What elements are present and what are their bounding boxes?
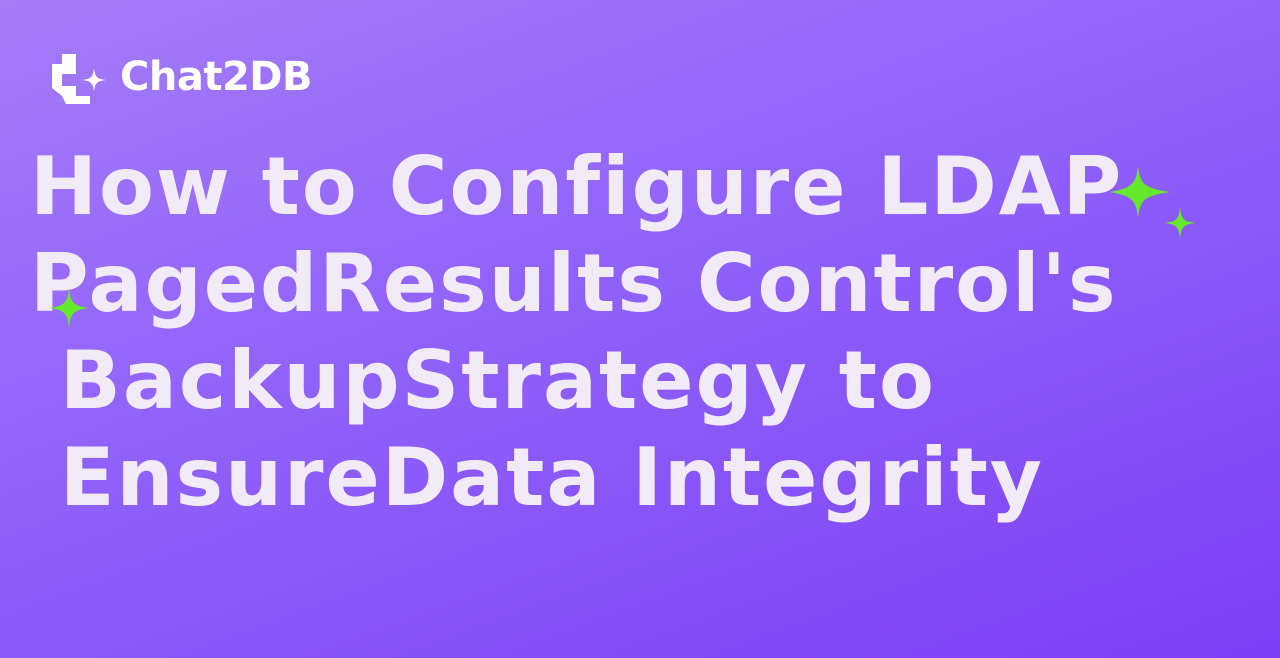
chat2db-logo-icon <box>52 54 106 104</box>
brand-logo: Chat2DB <box>50 52 312 106</box>
page-title: How to Configure LDAP PagedResults Contr… <box>30 138 1230 526</box>
title-line-1: How to Configure LDAP <box>30 140 1124 233</box>
brand-name: Chat2DB <box>120 54 312 100</box>
title-line-3: BackupStrategy to <box>30 334 936 427</box>
sparkle-icon <box>49 287 89 329</box>
title-line-2: PagedResults Control's <box>30 237 1118 330</box>
title-line-4: EnsureData Integrity <box>30 431 1044 524</box>
sparkle-icon <box>1164 207 1196 239</box>
